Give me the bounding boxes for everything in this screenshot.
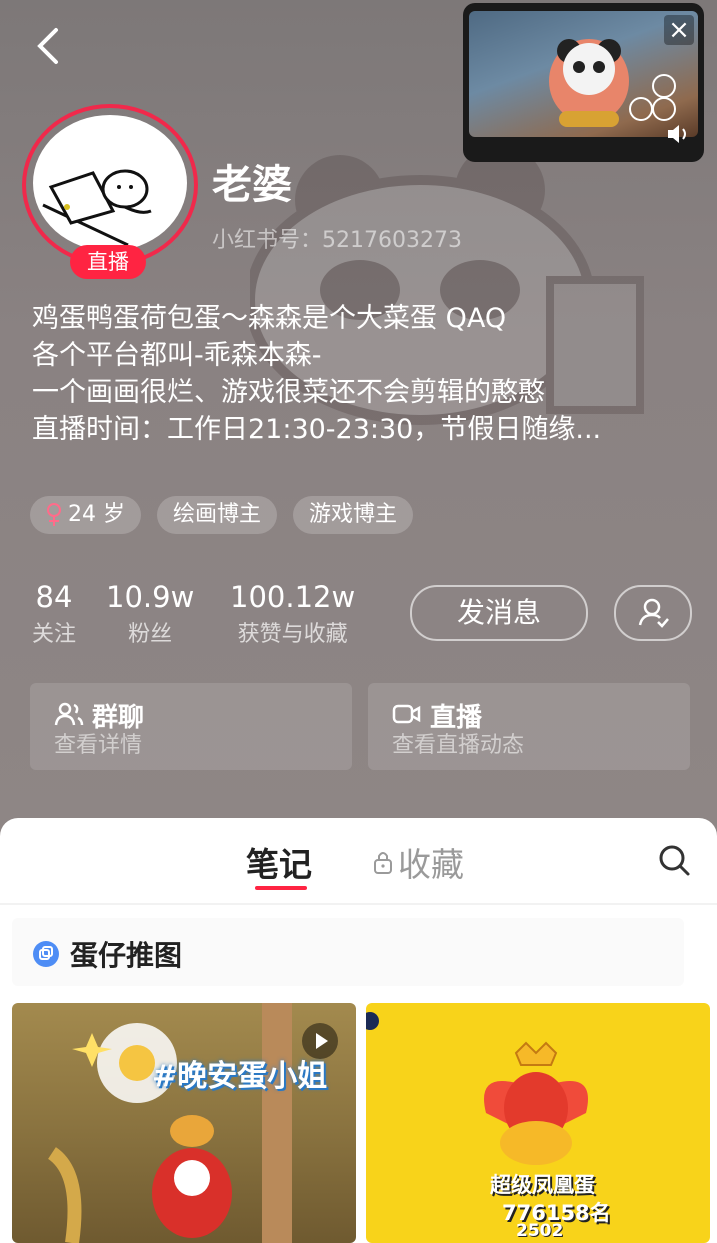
tag-label: 绘画博主: [173, 502, 262, 527]
tab-favorites[interactable]: 收藏: [372, 838, 464, 886]
collection-icon: [33, 941, 59, 967]
tag-list: 24 岁 绘画博主 游戏博主: [30, 496, 414, 534]
tag-age[interactable]: 24 岁: [30, 496, 141, 534]
tag-label: 游戏博主: [309, 502, 398, 527]
card-subtitle: 查看直播动态: [392, 733, 525, 758]
group-chat-card[interactable]: 群聊 查看详情: [30, 683, 352, 770]
tab-notes[interactable]: 笔记: [246, 838, 312, 886]
egg-name: 超级凤凰蛋: [490, 1173, 595, 1197]
stat-label: 获赞与收藏: [237, 622, 348, 647]
stat-label: 关注: [32, 622, 77, 647]
note-card[interactable]: #晚安蛋小姐: [12, 1003, 356, 1243]
stat-likes[interactable]: 100.12w 获赞与收藏: [230, 580, 355, 648]
note-overlay-text: #晚安蛋小姐: [152, 1059, 328, 1094]
stat-following[interactable]: 84 关注: [32, 580, 76, 648]
profile-header: × 直播 老婆 小红书号：5217603273 鸡蛋鸭蛋荷包蛋～森森是个大菜蛋 …: [0, 0, 717, 840]
back-button[interactable]: [30, 24, 70, 68]
speaker-icon[interactable]: [664, 120, 692, 148]
message-button[interactable]: 发消息: [410, 585, 588, 641]
divider: [0, 903, 717, 905]
followed-button[interactable]: [614, 585, 692, 641]
search-icon[interactable]: [656, 842, 692, 878]
play-icon: [302, 1023, 338, 1059]
avatar[interactable]: [33, 115, 187, 251]
stat-label: 粉丝: [128, 622, 173, 647]
floating-live-video[interactable]: ×: [463, 3, 704, 162]
collection-item[interactable]: 蛋仔推图: [12, 918, 684, 986]
dog-laptop-avatar-icon: [42, 169, 152, 247]
close-icon[interactable]: ×: [664, 15, 694, 45]
note-card[interactable]: 超级凤凰蛋 776158名 2502: [366, 1003, 710, 1243]
egg-count: 2502: [516, 1221, 564, 1241]
live-card[interactable]: 直播 查看直播动态: [368, 683, 690, 770]
group-icon: [54, 702, 84, 726]
user-check-icon: [638, 598, 669, 628]
stat-value: 10.9w: [106, 580, 195, 614]
live-badge[interactable]: 直播: [70, 245, 146, 279]
tag-drawing[interactable]: 绘画博主: [157, 496, 278, 534]
tag-gaming[interactable]: 游戏博主: [293, 496, 414, 534]
female-icon: [47, 503, 61, 526]
active-tab-indicator: [255, 886, 307, 890]
bio[interactable]: 鸡蛋鸭蛋荷包蛋～森森是个大菜蛋 QAQ 各个平台都叫-乖森本森- 一个画画很烂、…: [32, 300, 601, 448]
stat-value: 84: [35, 580, 73, 614]
bio-line: 直播时间：工作日21:30-23:30，节假日随缘...: [32, 414, 602, 445]
stat-fans[interactable]: 10.9w 粉丝: [106, 580, 194, 648]
tag-label: 24 岁: [68, 502, 125, 527]
card-subtitle: 查看详情: [54, 733, 143, 758]
bio-line: 一个画画很烂、游戏很菜还不会剪辑的憨憨: [32, 377, 545, 408]
red-id: 小红书号：5217603273: [212, 228, 462, 253]
bio-line: 鸡蛋鸭蛋荷包蛋～森森是个大菜蛋 QAQ: [32, 303, 507, 334]
lock-icon: [374, 852, 392, 874]
bio-line: 各个平台都叫-乖森本森-: [32, 340, 322, 371]
video-camera-icon: [392, 704, 421, 724]
nickname: 老婆: [212, 162, 292, 208]
stat-value: 100.12w: [230, 580, 356, 614]
tab-label: 收藏: [398, 845, 464, 884]
collection-label: 蛋仔推图: [70, 939, 183, 972]
